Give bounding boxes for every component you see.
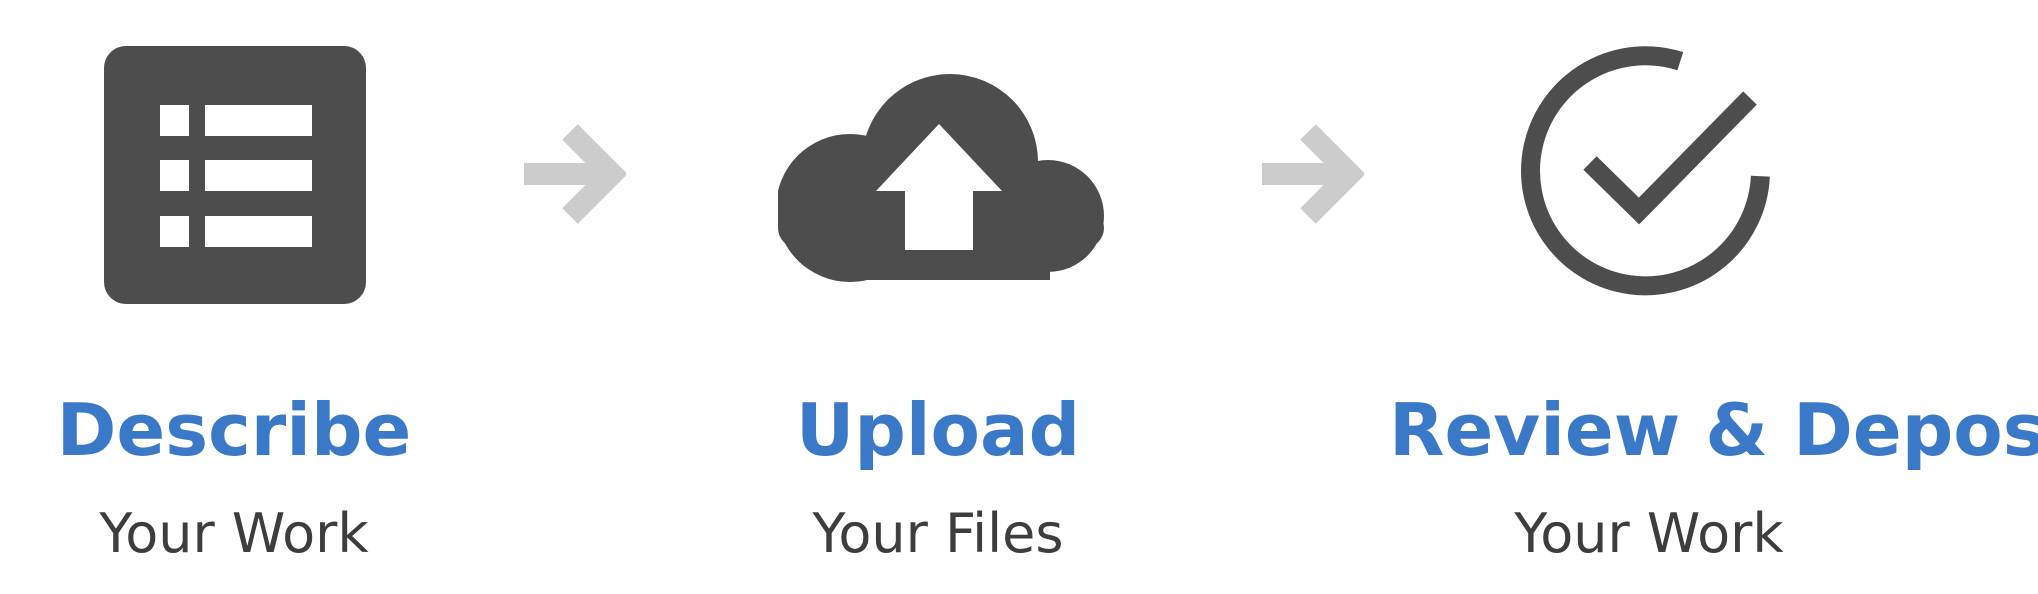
step-subtitle: Your Files [812,502,1064,565]
list-icon [104,46,366,304]
step-title: Upload [795,388,1081,472]
deposit-steps: Describe Your Work Upload Your Files Rev… [0,0,2038,594]
arrow-right-icon [1262,124,1364,224]
step-title: Describe [56,388,412,472]
arrow-right-icon [524,124,626,224]
step-title: Review & Deposit [1389,388,2038,472]
step-subtitle: Your Work [1514,502,1784,565]
cloud-upload-icon [778,74,1104,282]
check-circle-icon [1521,46,1770,296]
step-subtitle: Your Work [99,502,369,565]
